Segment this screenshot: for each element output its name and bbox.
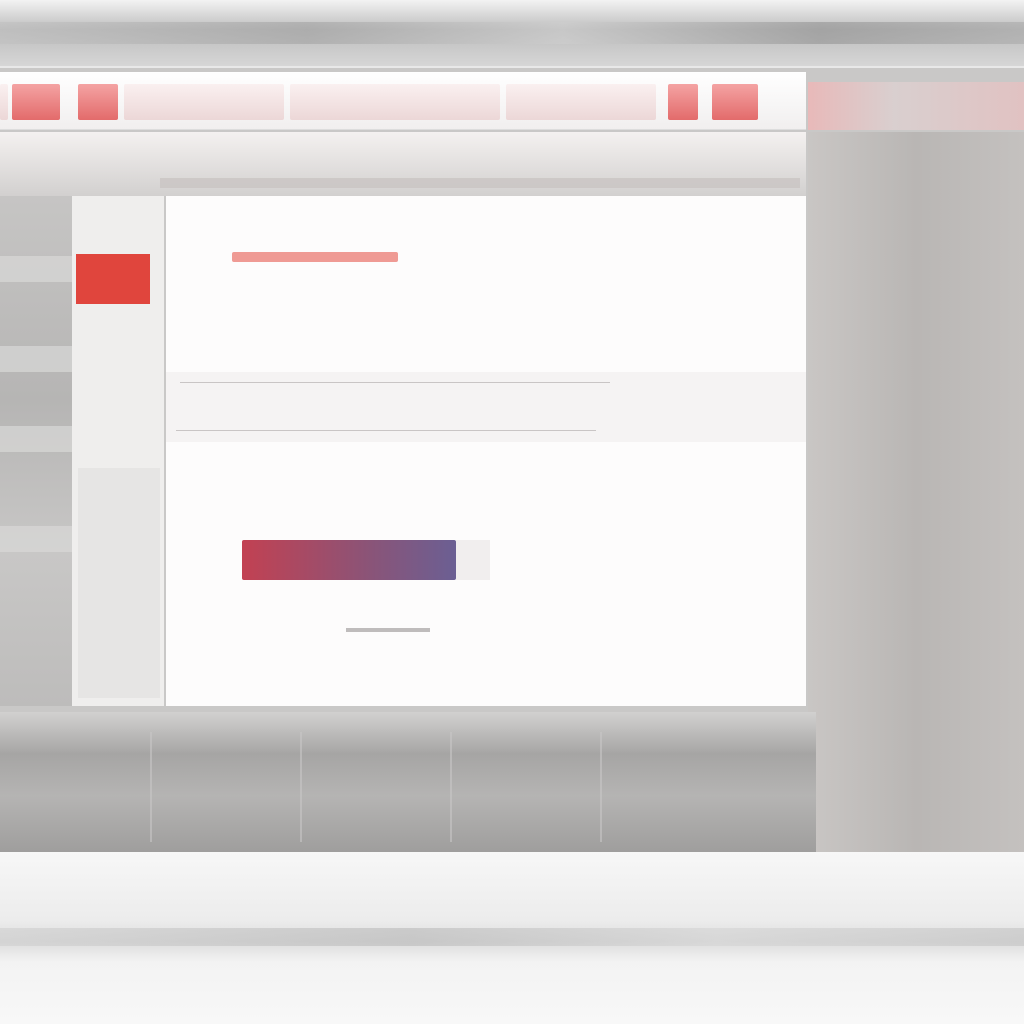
site-menu-bar (0, 72, 806, 130)
menu-tab-3[interactable] (124, 84, 284, 120)
menu-tab-6[interactable] (668, 84, 698, 120)
footer-divider (450, 732, 452, 842)
menu-tab-1[interactable] (12, 84, 60, 120)
menu-tab-edge[interactable] (0, 84, 8, 120)
sidebar (72, 196, 164, 706)
gutter-band (0, 526, 80, 552)
right-side-panel (808, 132, 1024, 852)
top-bar-stripe (0, 22, 1024, 44)
gutter-band (0, 426, 80, 452)
footer-divider (150, 732, 152, 842)
menu-tab-7[interactable] (712, 84, 758, 120)
divider (180, 382, 610, 383)
footer-divider (300, 732, 302, 842)
divider (176, 430, 596, 431)
sidebar-panel (78, 468, 160, 698)
page-footer (0, 712, 816, 852)
main-content (166, 196, 806, 706)
menu-tab-2[interactable] (78, 84, 118, 120)
sidebar-highlight-button[interactable] (76, 254, 150, 304)
browser-top-bar (0, 0, 1024, 68)
menu-tab-5[interactable] (506, 84, 656, 120)
primary-action-button[interactable] (242, 540, 456, 580)
button-shadow (456, 540, 490, 580)
menu-bar-extension (808, 82, 1024, 130)
secondary-link[interactable] (346, 628, 430, 632)
footer-divider (600, 732, 602, 842)
sub-header (0, 132, 806, 196)
brand-accent-bar (232, 252, 398, 262)
left-gutter (0, 196, 80, 706)
sub-header-line (160, 178, 800, 188)
gutter-band (0, 346, 80, 372)
menu-tab-4[interactable] (290, 84, 500, 120)
bottom-strip (0, 928, 1024, 946)
gutter-band (0, 256, 80, 282)
browser-bottom-area (0, 852, 1024, 1024)
